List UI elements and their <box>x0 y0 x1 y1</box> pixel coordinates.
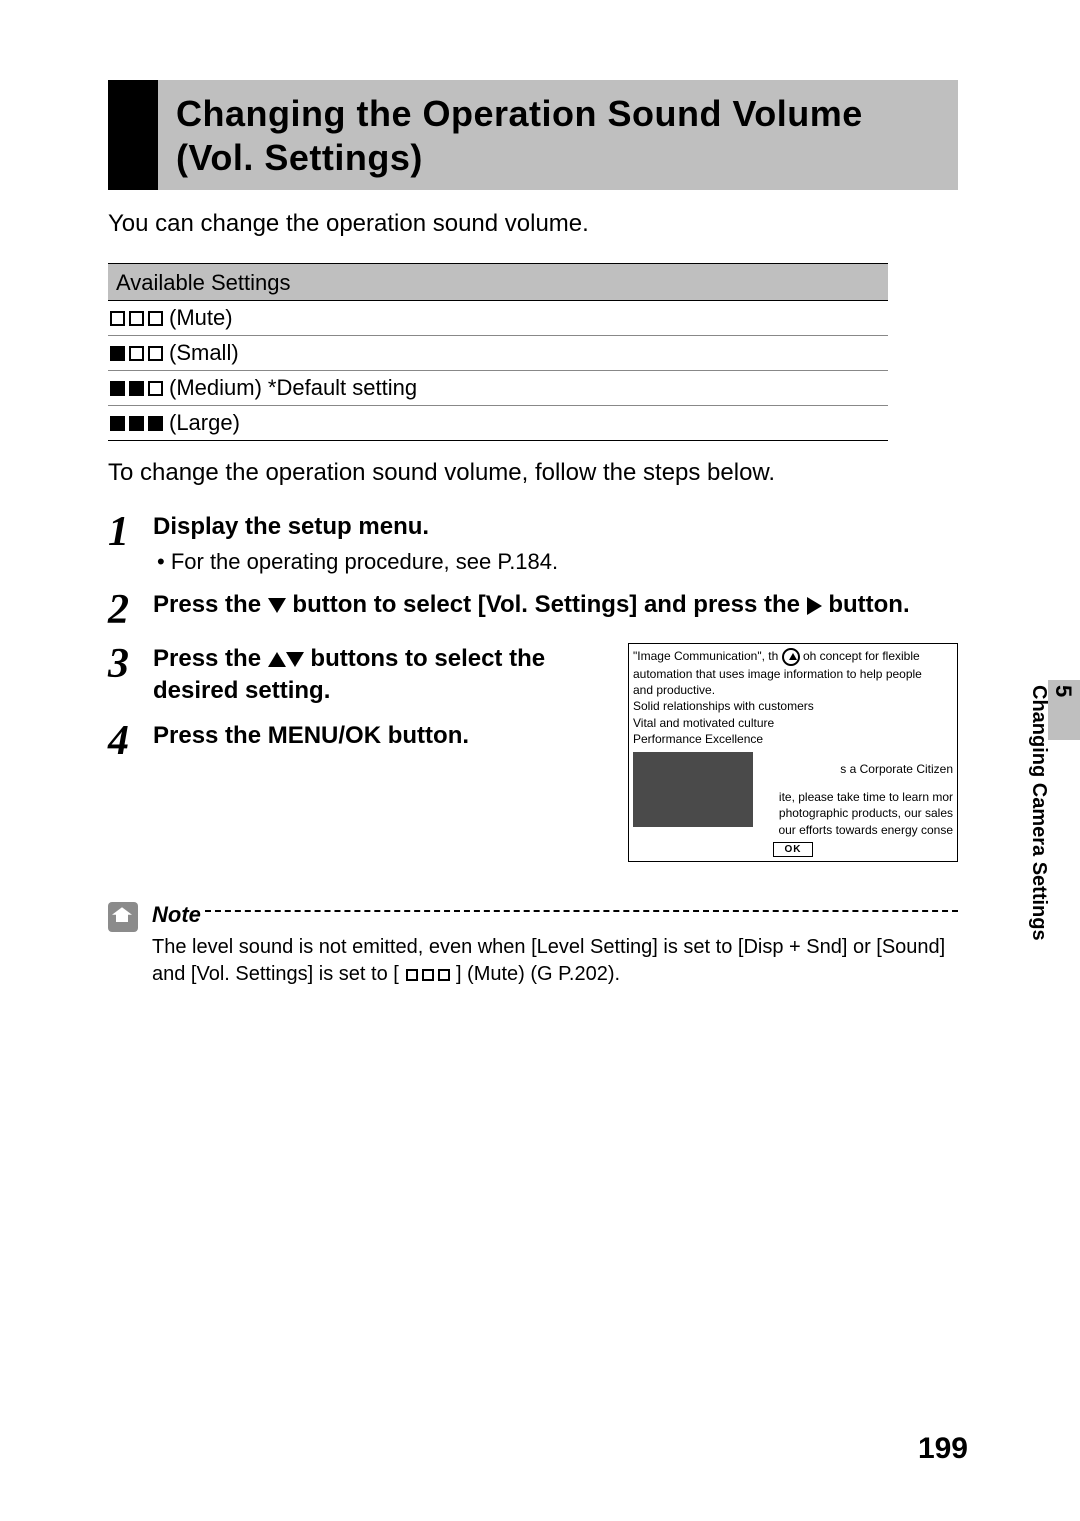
page-number: 199 <box>918 1432 968 1466</box>
lcd-menu-overlay <box>633 752 753 827</box>
row-label: (Large) <box>169 410 240 436</box>
step-number: 4 <box>108 720 153 762</box>
manual-page: Changing the Operation Sound Volume (Vol… <box>108 80 958 988</box>
chapter-number: 5 <box>1051 685 1076 697</box>
step-3: 3 Press the buttons to select the desire… <box>108 643 610 708</box>
chapter-label: 5 Changing Camera Settings <box>1027 685 1076 941</box>
section-heading: Changing the Operation Sound Volume (Vol… <box>108 80 958 190</box>
step-4: 4 Press the MENU/OK button. <box>108 720 610 762</box>
step-text: Press the <box>153 591 268 618</box>
step-number: 2 <box>108 589 153 631</box>
volume-level-icon <box>108 311 163 326</box>
note-label: Note <box>152 902 201 928</box>
volume-level-icon <box>404 969 450 981</box>
note-text: The level sound is not emitted, even whe… <box>152 934 958 988</box>
available-settings-table: Available Settings (Mute) (Small) (Mediu… <box>108 263 888 441</box>
step-2: 2 Press the button to select [Vol. Setti… <box>108 589 958 631</box>
step-title: Press the buttons to select the desired … <box>153 643 610 708</box>
camera-lcd-screenshot: "Image Communication", th oh concept for… <box>628 643 958 862</box>
note-block: Note The level sound is not emitted, eve… <box>108 902 958 988</box>
step-text: button. <box>828 591 909 618</box>
lcd-text: "Image Communication", th <box>633 649 778 663</box>
step-text: Press the <box>153 645 268 672</box>
intro-text: You can change the operation sound volum… <box>108 210 958 238</box>
steps-with-screenshot: 3 Press the buttons to select the desire… <box>108 643 958 862</box>
volume-level-icon <box>108 416 163 431</box>
row-label: (Mute) <box>169 305 233 331</box>
step-text: button to select [Vol. Settings] and pre… <box>292 591 806 618</box>
row-label: (Medium) <box>169 375 262 401</box>
lcd-text: Solid relationships with customers <box>633 698 953 714</box>
chapter-title: Changing Camera Settings <box>1028 685 1050 941</box>
default-setting-note: *Default setting <box>268 375 417 401</box>
lcd-text: and productive. <box>633 682 953 698</box>
note-divider <box>205 910 958 912</box>
heading-accent-bar <box>108 80 158 190</box>
note-text-part: ] (Mute) (G P.202). <box>456 963 620 985</box>
row-label: (Small) <box>169 340 239 366</box>
lcd-ok-button: OK <box>773 842 813 858</box>
lcd-text: Performance Excellence <box>633 731 953 747</box>
table-row: (Large) <box>108 406 888 441</box>
up-arrow-icon <box>268 652 286 667</box>
note-icon <box>108 902 138 932</box>
volume-level-icon <box>108 346 163 361</box>
step-1: 1 Display the setup menu. For the operat… <box>108 511 958 577</box>
step-number: 1 <box>108 511 153 577</box>
right-arrow-icon <box>807 597 822 615</box>
lcd-text: automation that uses image information t… <box>633 666 953 682</box>
step-title: Press the MENU/OK button. <box>153 720 610 752</box>
step-title: Display the setup menu. <box>153 511 958 543</box>
instructions-lead: To change the operation sound volume, fo… <box>108 459 958 487</box>
step-title: Press the button to select [Vol. Setting… <box>153 589 958 621</box>
table-row: (Medium) *Default setting <box>108 371 888 406</box>
table-row: (Mute) <box>108 301 888 336</box>
down-arrow-icon <box>286 652 304 667</box>
step-subtext: For the operating procedure, see P.184. <box>153 547 958 577</box>
down-arrow-icon <box>268 598 286 613</box>
steps-list: 1 Display the setup menu. For the operat… <box>108 511 958 862</box>
table-row: (Small) <box>108 336 888 371</box>
table-header: Available Settings <box>108 263 888 301</box>
lcd-text: Vital and motivated culture <box>633 715 953 731</box>
volume-level-icon <box>108 381 163 396</box>
lcd-text: oh concept for flexible <box>803 649 920 663</box>
heading-text: Changing the Operation Sound Volume (Vol… <box>158 80 958 190</box>
step-number: 3 <box>108 643 153 708</box>
target-cursor-icon <box>782 648 800 666</box>
